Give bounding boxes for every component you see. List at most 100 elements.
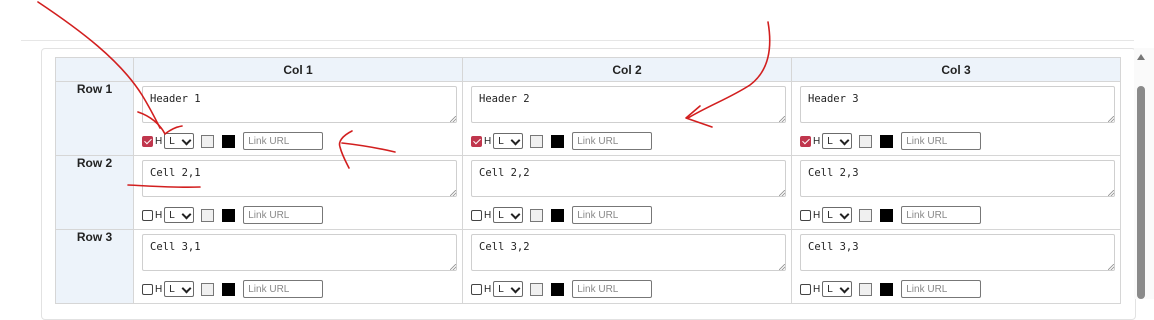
align-select[interactable]: L — [822, 207, 853, 223]
cell-text-input[interactable]: Cell 3,2 — [471, 234, 786, 271]
background-color-picker[interactable] — [859, 208, 873, 222]
scroll-up-arrow-icon[interactable] — [1137, 54, 1145, 60]
cell-controls: H L Link URL — [471, 280, 653, 298]
cell-text-input[interactable]: Header 2 — [471, 86, 786, 123]
header-checkbox[interactable] — [471, 135, 482, 147]
background-color-picker[interactable] — [859, 282, 873, 296]
link-url-input[interactable]: Link URL — [901, 132, 982, 150]
header-checkbox-label: H — [484, 135, 492, 147]
align-select[interactable]: L — [493, 133, 524, 149]
table-cell: Header 3 H L Link URL — [791, 81, 1121, 156]
link-url-input[interactable]: Link URL — [901, 206, 982, 224]
top-divider — [21, 40, 1134, 41]
background-color-picker[interactable] — [201, 208, 215, 222]
link-url-input[interactable]: Link URL — [572, 132, 653, 150]
cell-text-input[interactable]: Header 3 — [800, 86, 1115, 123]
text-color-picker[interactable] — [880, 282, 894, 296]
resize-grip-icon[interactable] — [450, 190, 456, 196]
cell-text-input[interactable]: Cell 2,1 — [142, 160, 457, 197]
link-url-input[interactable]: Link URL — [901, 280, 982, 298]
background-color-picker[interactable] — [530, 134, 544, 148]
link-url-input[interactable]: Link URL — [243, 206, 324, 224]
header-checkbox[interactable] — [800, 283, 811, 295]
header-checkbox[interactable] — [471, 209, 482, 221]
header-checkbox-label: H — [155, 135, 163, 147]
header-checkbox-label: H — [155, 283, 163, 295]
align-select-value: L — [827, 135, 833, 147]
header-checkbox[interactable] — [800, 209, 811, 221]
resize-grip-icon[interactable] — [1108, 116, 1114, 122]
text-color-picker[interactable] — [222, 134, 236, 148]
cell-controls: H L Link URL — [142, 132, 324, 150]
text-color-picker[interactable] — [222, 282, 236, 296]
cell-text-input[interactable]: Header 1 — [142, 86, 457, 123]
text-color-picker[interactable] — [880, 134, 894, 148]
chevron-down-icon — [181, 209, 192, 220]
chevron-down-icon — [181, 135, 192, 146]
align-select[interactable]: L — [822, 133, 853, 149]
chevron-down-icon — [510, 209, 521, 220]
row-header: Row 2 — [55, 155, 134, 230]
link-url-input[interactable]: Link URL — [572, 280, 653, 298]
header-checkbox-label: H — [813, 209, 821, 221]
align-select[interactable]: L — [822, 281, 853, 297]
header-checkbox[interactable] — [800, 135, 811, 147]
resize-grip-icon[interactable] — [1108, 264, 1114, 270]
chevron-down-icon — [510, 135, 521, 146]
text-color-picker[interactable] — [551, 208, 565, 222]
resize-grip-icon[interactable] — [779, 264, 785, 270]
text-color-picker[interactable] — [551, 134, 565, 148]
cell-text-input[interactable]: Cell 3,3 — [800, 234, 1115, 271]
background-color-picker[interactable] — [530, 208, 544, 222]
link-url-input[interactable]: Link URL — [572, 206, 653, 224]
header-checkbox[interactable] — [142, 135, 153, 147]
text-color-picker[interactable] — [551, 282, 565, 296]
table-editor-grid: Col 1 Col 2 Col 3 Row 1 Header 1 H L Lin… — [55, 57, 1121, 304]
link-url-input[interactable]: Link URL — [243, 132, 324, 150]
background-color-picker[interactable] — [859, 134, 873, 148]
header-checkbox[interactable] — [471, 283, 482, 295]
chevron-down-icon — [839, 135, 850, 146]
cell-controls: H L Link URL — [800, 206, 982, 224]
align-select-value: L — [498, 283, 504, 295]
align-select[interactable]: L — [493, 281, 524, 297]
header-checkbox[interactable] — [142, 209, 153, 221]
text-color-picker[interactable] — [222, 208, 236, 222]
cell-text-input[interactable]: Cell 2,3 — [800, 160, 1115, 197]
chevron-down-icon — [839, 209, 850, 220]
resize-grip-icon[interactable] — [779, 116, 785, 122]
table-cell: Cell 3,3 H L Link URL — [791, 229, 1121, 304]
resize-grip-icon[interactable] — [450, 116, 456, 122]
background-color-picker[interactable] — [530, 282, 544, 296]
table-row: Row 2 Cell 2,1 H L Link URL Cell 2,2 H L… — [55, 155, 1121, 230]
background-color-picker[interactable] — [201, 282, 215, 296]
table-cell: Cell 3,2 H L Link URL — [462, 229, 792, 304]
link-url-input[interactable]: Link URL — [243, 280, 324, 298]
table-cell: Cell 2,2 H L Link URL — [462, 155, 792, 230]
resize-grip-icon[interactable] — [779, 190, 785, 196]
align-select-value: L — [498, 135, 504, 147]
header-checkbox-label: H — [813, 283, 821, 295]
header-checkbox-label: H — [484, 209, 492, 221]
table-cell: Cell 2,1 H L Link URL — [133, 155, 463, 230]
text-color-picker[interactable] — [880, 208, 894, 222]
align-select[interactable]: L — [164, 207, 195, 223]
cell-text-input[interactable]: Cell 2,2 — [471, 160, 786, 197]
chevron-down-icon — [839, 283, 850, 294]
cell-text-input[interactable]: Cell 3,1 — [142, 234, 457, 271]
table-cell: Cell 3,1 H L Link URL — [133, 229, 463, 304]
header-checkbox[interactable] — [142, 283, 153, 295]
corner-cell — [55, 57, 134, 82]
scrollbar-thumb[interactable] — [1137, 86, 1145, 299]
resize-grip-icon[interactable] — [450, 264, 456, 270]
resize-grip-icon[interactable] — [1108, 190, 1114, 196]
header-checkbox-label: H — [484, 283, 492, 295]
align-select-value: L — [169, 209, 175, 221]
table-row: Row 3 Cell 3,1 H L Link URL Cell 3,2 H L… — [55, 229, 1121, 304]
align-select[interactable]: L — [164, 133, 195, 149]
cell-controls: H L Link URL — [471, 132, 653, 150]
align-select[interactable]: L — [493, 207, 524, 223]
background-color-picker[interactable] — [201, 134, 215, 148]
align-select-value: L — [498, 209, 504, 221]
align-select[interactable]: L — [164, 281, 195, 297]
